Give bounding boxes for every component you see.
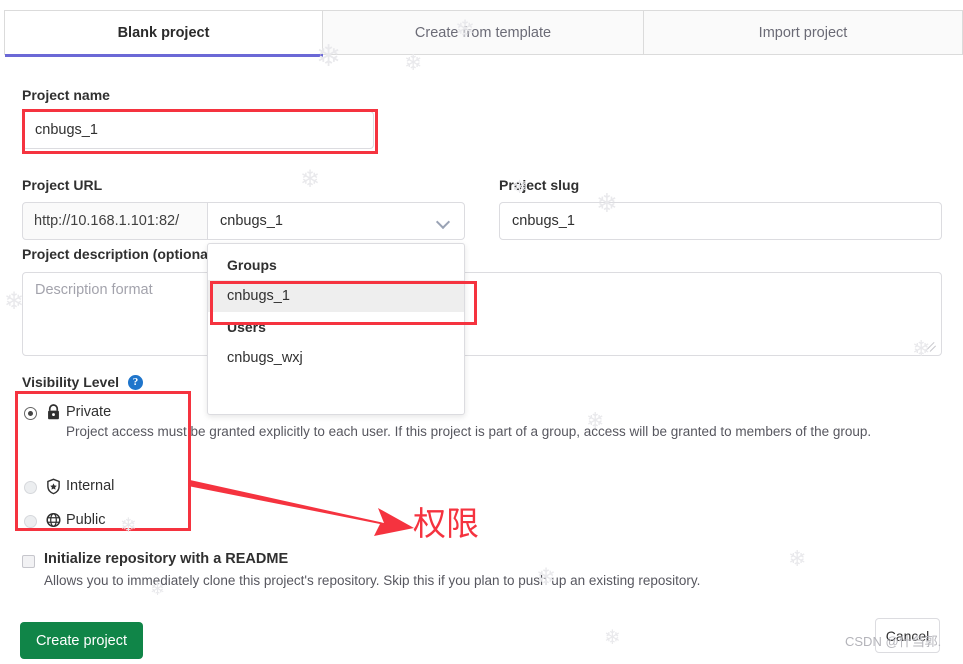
visibility-level-label: Visibility Level (22, 374, 120, 390)
create-project-button[interactable]: Create project (20, 622, 143, 659)
project-description-label: Project description (optional) (22, 246, 217, 262)
dropdown-users-header: Users (227, 319, 266, 335)
tab-create-from-template-label: Create from template (414, 25, 552, 41)
create-project-page: Blank project Create from template Impor… (0, 0, 963, 664)
project-slug-input[interactable]: cnbugs_1 (499, 202, 942, 240)
visibility-private-title: Private (66, 404, 112, 420)
active-tab-indicator (5, 54, 323, 57)
tab-import-project[interactable]: Import project (644, 11, 962, 55)
visibility-private-description: Project access must be granted explicitl… (66, 424, 872, 439)
cancel-button[interactable]: Cancel (875, 618, 940, 653)
tab-import-project-label: Import project (758, 25, 848, 41)
project-url-prefix-text: http://10.168.1.101:82/ (34, 213, 180, 229)
project-name-label: Project name (22, 87, 110, 103)
lock-icon (46, 404, 61, 426)
project-slug-label: Project slug (499, 177, 580, 193)
dropdown-item-group-cnbugs-1[interactable]: cnbugs_1 (208, 280, 464, 312)
namespace-select[interactable]: cnbugs_1 (207, 202, 465, 240)
project-slug-value: cnbugs_1 (512, 213, 575, 229)
resize-handle-icon[interactable] (926, 340, 938, 352)
visibility-public-title: Public (66, 512, 106, 528)
project-url-label: Project URL (22, 177, 103, 193)
annotation-label-permissions: 权限 (413, 504, 479, 543)
readme-checkbox[interactable] (22, 555, 35, 568)
chevron-down-icon (437, 217, 450, 225)
snowflake-icon: ❄ (604, 627, 621, 649)
project-name-input[interactable]: cnbugs_1 (22, 111, 374, 149)
tab-blank-project[interactable]: Blank project (5, 11, 323, 55)
project-url-prefix: http://10.168.1.101:82/ (22, 202, 208, 240)
visibility-internal-title: Internal (66, 478, 115, 494)
shield-icon (46, 478, 61, 500)
dropdown-item-user-cnbugs-wxj[interactable]: cnbugs_wxj (208, 342, 464, 374)
help-icon[interactable]: ? (128, 375, 143, 390)
snowflake-icon: ❄ (120, 515, 137, 537)
readme-description: Allows you to immediately clone this pro… (44, 573, 701, 588)
snowflake-icon: ❄ (788, 546, 807, 571)
project-description-textarea[interactable]: Description format (22, 272, 942, 356)
readme-label: Initialize repository with a README (44, 551, 289, 567)
project-type-tabs: Blank project Create from template Impor… (4, 10, 963, 55)
radio-visibility-private[interactable] (24, 407, 37, 420)
radio-visibility-public[interactable] (24, 515, 37, 528)
dropdown-groups-header: Groups (227, 257, 277, 273)
project-description-placeholder: Description format (35, 282, 153, 298)
snowflake-icon: ❄ (404, 50, 423, 75)
project-name-value: cnbugs_1 (35, 122, 98, 138)
tab-blank-project-label: Blank project (117, 25, 210, 41)
globe-icon (46, 512, 61, 533)
radio-visibility-internal[interactable] (24, 481, 37, 494)
namespace-select-value: cnbugs_1 (220, 213, 283, 229)
tab-create-from-template[interactable]: Create from template (323, 11, 644, 55)
annotation-arrow-icon (188, 480, 414, 536)
namespace-dropdown-menu: Groups cnbugs_1 Users cnbugs_wxj (207, 243, 465, 415)
snowflake-icon: ❄ (300, 166, 321, 193)
